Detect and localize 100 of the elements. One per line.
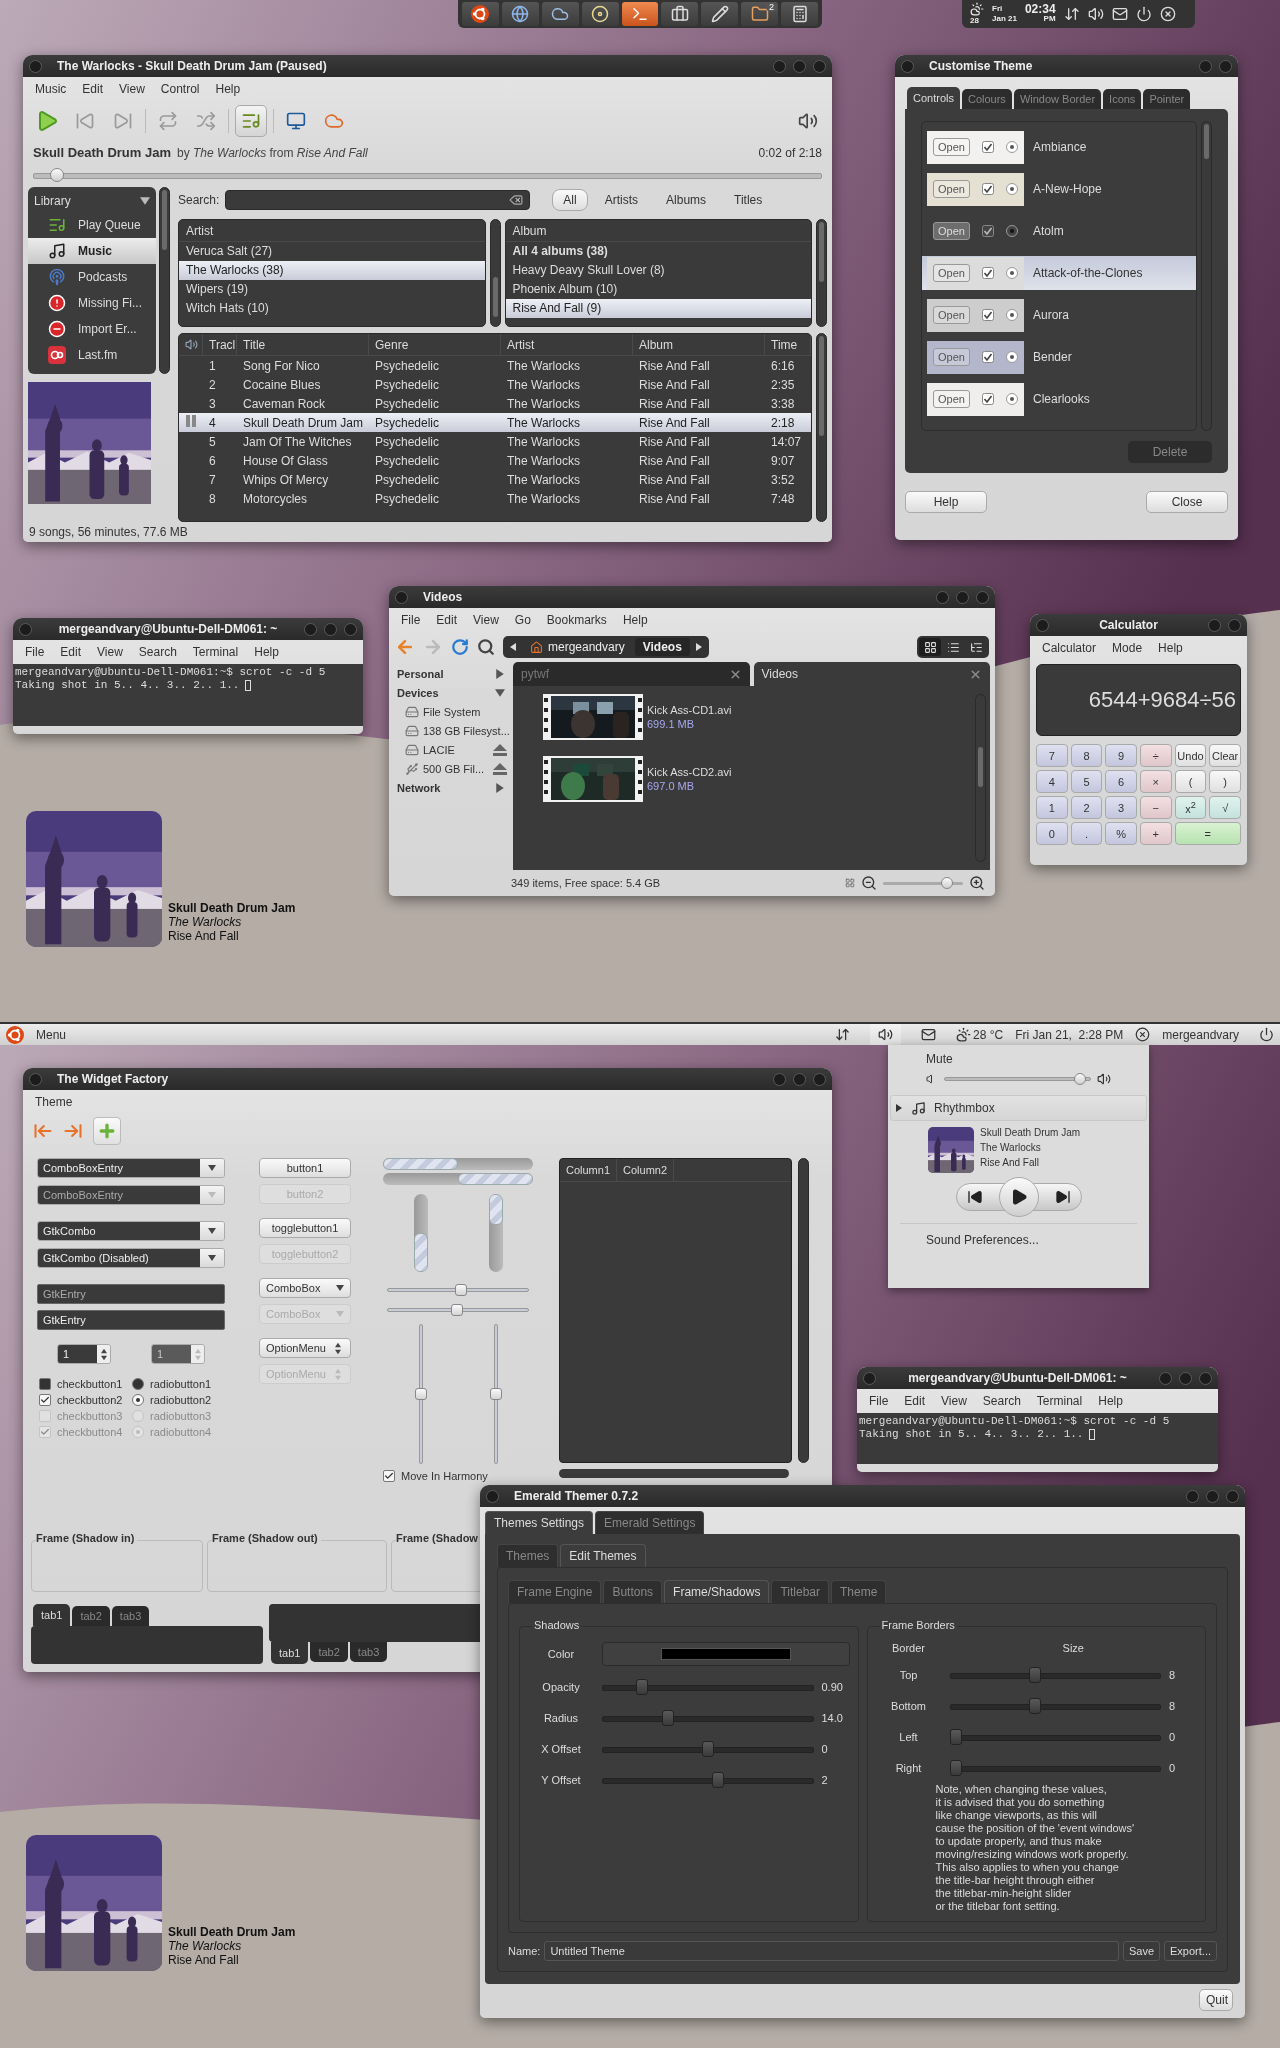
text-field[interactable]: GtkEntry <box>37 1310 225 1330</box>
scrollbar[interactable] <box>975 694 986 862</box>
delete-button[interactable]: Delete <box>1128 441 1212 463</box>
list-item[interactable]: Witch Hats (10) <box>179 299 485 318</box>
theme-item[interactable]: Open Atolm <box>922 214 1196 248</box>
menu-item[interactable]: Go <box>507 611 538 629</box>
skip-forward-icon[interactable] <box>1054 1189 1071 1205</box>
calculator-key[interactable]: = <box>1174 822 1241 845</box>
window-button[interactable] <box>29 1072 42 1086</box>
dropdown-button[interactable]: ComboBox <box>259 1278 351 1298</box>
calculator-key[interactable]: ) <box>1209 770 1241 793</box>
calculator-key[interactable]: 2 <box>1070 796 1103 819</box>
column-header[interactable]: Genre <box>369 334 501 355</box>
window-button[interactable] <box>324 622 337 636</box>
arrow-right-icon[interactable] <box>63 1121 83 1141</box>
scrollbar[interactable] <box>559 1469 789 1478</box>
video-entry[interactable]: Kick Ass-CD2.avi 697.0 MB <box>543 756 971 802</box>
list-item[interactable]: The Warlocks (38) <box>179 261 485 280</box>
track-row[interactable]: 1 Song For Nico Psychedelic The Warlocks Rise And Fall 6:16 <box>179 356 811 375</box>
track-row[interactable]: 4 Skull Death Drum Jam Psychedelic The Warlocks Rise And Fall 2:18 <box>179 413 811 432</box>
export-button[interactable]: Export... <box>1164 1941 1217 1961</box>
track-row[interactable]: 2 Cocaine Blues Psychedelic The Warlocks Rise And Fall 2:35 <box>179 375 811 394</box>
menu-item[interactable]: Sound Preferences... <box>926 1233 1039 1247</box>
slider-handle[interactable] <box>489 1388 502 1400</box>
column-header[interactable]: Artist <box>501 334 633 355</box>
window-button[interactable] <box>486 1489 499 1503</box>
track-row[interactable]: 3 Caveman Rock Psychedelic The Warlocks Rise And Fall 3:38 <box>179 394 811 413</box>
tab[interactable]: Emerald Settings <box>595 1511 705 1534</box>
window-button[interactable] <box>793 1072 806 1086</box>
play-button[interactable] <box>998 1177 1039 1217</box>
power-icon[interactable] <box>1259 1027 1274 1042</box>
slider-handle[interactable] <box>454 1284 467 1296</box>
window-button[interactable] <box>773 1072 786 1086</box>
scrollbar[interactable] <box>489 219 501 327</box>
slider[interactable] <box>949 1696 1161 1715</box>
dock-button[interactable]: 2 <box>741 2 779 26</box>
window-button[interactable] <box>901 59 914 73</box>
menu-item[interactable]: View <box>112 80 152 98</box>
slider-handle[interactable] <box>711 1771 724 1788</box>
menu-item[interactable]: Mode <box>1105 639 1150 657</box>
combo-box[interactable]: ComboBoxEntry <box>37 1158 225 1178</box>
radio-button[interactable] <box>132 1394 144 1406</box>
column-header[interactable]: Title <box>237 334 369 355</box>
menu-item[interactable]: Edit <box>429 611 465 629</box>
menu-item[interactable]: Help <box>1151 639 1190 657</box>
menu-item[interactable]: File <box>862 1392 896 1410</box>
tab[interactable]: tab1 <box>33 1604 71 1626</box>
window-button[interactable] <box>936 590 949 604</box>
calculator-key[interactable]: + <box>1140 822 1172 845</box>
push-button[interactable]: togglebutton1 <box>259 1218 351 1238</box>
track-row[interactable]: 7 Whips Of Mercy Psychedelic The Warlocks Rise And Fall 3:52 <box>179 470 811 489</box>
menu-item[interactable]: Edit <box>897 1392 933 1410</box>
window-button[interactable] <box>1179 1371 1192 1385</box>
tab[interactable]: Frame Engine <box>508 1580 602 1603</box>
calculator-key[interactable]: % <box>1105 822 1137 845</box>
sidebar-heading[interactable]: Personal <box>395 666 507 682</box>
browse-button[interactable] <box>235 105 267 137</box>
library-item[interactable]: Podcasts <box>28 264 156 290</box>
tab[interactable]: Window Border <box>1013 89 1102 109</box>
player-item[interactable]: Rhythmbox <box>890 1095 1147 1121</box>
tab[interactable]: Icons <box>1103 89 1142 109</box>
menu-item[interactable]: File <box>18 643 52 661</box>
theme-item[interactable]: Open Ambiance <box>922 130 1196 164</box>
calculator-key[interactable]: ÷ <box>1140 744 1172 767</box>
checkbox[interactable] <box>39 1378 51 1390</box>
clear-icon[interactable] <box>509 193 524 207</box>
window-button[interactable] <box>1208 618 1221 632</box>
indicator-button[interactable] <box>870 1024 902 1045</box>
close-icon[interactable] <box>728 667 742 681</box>
search-icon[interactable] <box>477 638 495 656</box>
calculator-key[interactable]: 8 <box>1070 744 1103 767</box>
slider-handle[interactable] <box>1029 1666 1042 1683</box>
menu-item[interactable]: Terminal <box>1029 1392 1090 1410</box>
list-item[interactable]: Heavy Deavy Skull Lover (8) <box>505 261 811 280</box>
slider-handle[interactable] <box>414 1388 427 1400</box>
list-item[interactable]: Wipers (19) <box>179 280 485 299</box>
calculator-key[interactable]: . <box>1070 822 1103 845</box>
tab[interactable]: Titlebar <box>771 1580 830 1603</box>
calculator-key[interactable]: 5 <box>1070 770 1103 793</box>
calculator-key[interactable]: 9 <box>1105 744 1137 767</box>
view-button[interactable] <box>919 638 941 656</box>
slider[interactable] <box>949 1665 1161 1684</box>
combo-box[interactable]: GtkCombo <box>37 1221 225 1241</box>
slider-handle[interactable] <box>701 1740 714 1757</box>
calculator-key[interactable]: Clear <box>1209 744 1241 767</box>
menu-item[interactable]: Calculator <box>1035 639 1104 657</box>
volume-icon[interactable] <box>1087 6 1104 22</box>
theme-item[interactable]: Open Aurora <box>922 298 1196 332</box>
tab[interactable]: tab2 <box>72 1606 110 1626</box>
column-header[interactable]: Column2 <box>617 1159 675 1181</box>
sidebar-heading[interactable]: Network <box>395 780 507 796</box>
quit-button[interactable]: Quit <box>1199 1989 1233 2011</box>
column-header[interactable]: Tracl <box>203 334 237 355</box>
mail-icon[interactable] <box>1111 6 1128 22</box>
radio-button[interactable] <box>132 1378 144 1390</box>
tab[interactable]: Theme <box>831 1580 887 1603</box>
slider[interactable] <box>602 1770 814 1789</box>
window-button[interactable] <box>813 1072 826 1086</box>
sidebar-item[interactable]: 138 GB Filesyst... <box>395 723 510 739</box>
menu-item[interactable]: Bookmarks <box>539 611 614 629</box>
